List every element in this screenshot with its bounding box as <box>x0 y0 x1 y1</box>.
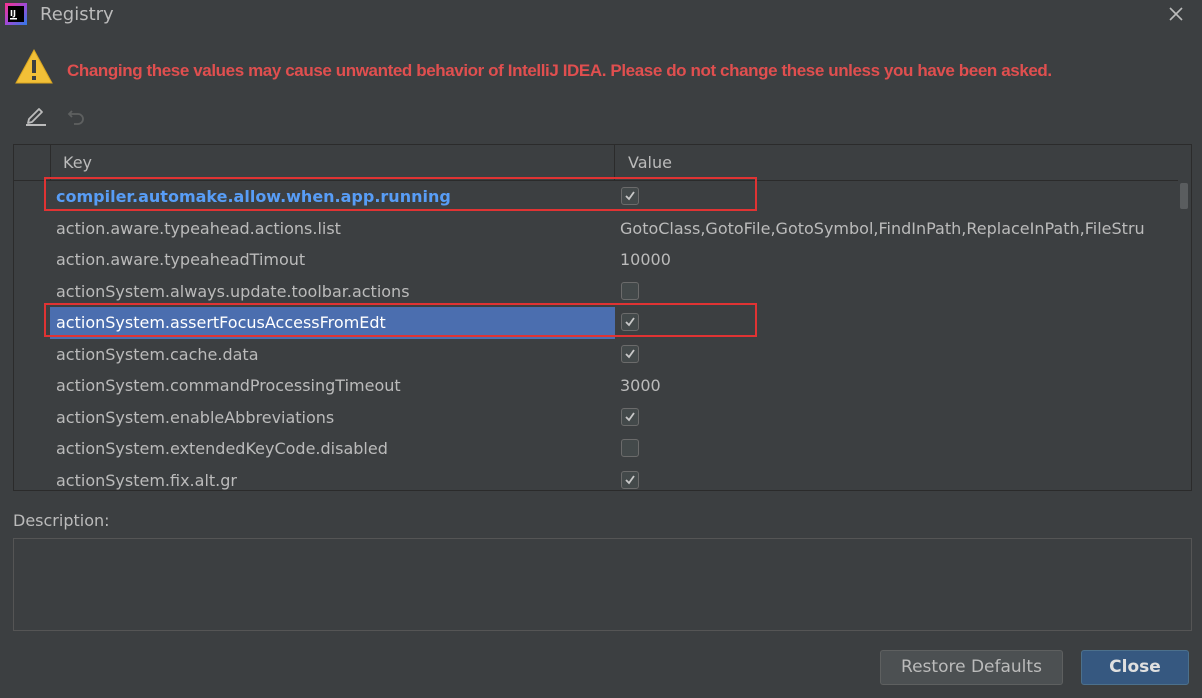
svg-text:IJ: IJ <box>10 9 16 18</box>
table-row[interactable]: actionSystem.commandProcessingTimeout 300… <box>14 370 1178 402</box>
edit-icon[interactable] <box>24 104 48 126</box>
row-key: actionSystem.extendedKeyCode.disabled <box>56 439 388 458</box>
scrollbar-thumb[interactable] <box>1180 183 1188 209</box>
row-key: actionSystem.commandProcessingTimeout <box>56 376 401 395</box>
row-key: action.aware.typeahead.actions.list <box>56 218 341 238</box>
checkbox-checked[interactable] <box>621 470 639 489</box>
checkbox-checked[interactable] <box>621 344 639 363</box>
checkbox-unchecked[interactable] <box>621 281 639 300</box>
window-title: Registry <box>40 4 114 25</box>
row-value <box>615 402 1178 434</box>
checkmark-icon <box>625 411 635 421</box>
row-value[interactable]: 3000 <box>615 370 1178 402</box>
row-value[interactable]: GotoClass,GotoFile,GotoSymbol,FindInPath… <box>615 213 1178 245</box>
revert-icon <box>67 110 84 125</box>
table-row[interactable]: actionSystem.fix.alt.gr <box>14 465 1178 491</box>
header-spacer <box>14 145 51 180</box>
restore-defaults-button[interactable]: Restore Defaults <box>880 650 1063 685</box>
highlight-box <box>44 177 757 211</box>
column-value-label: Value <box>628 153 672 172</box>
row-value <box>615 339 1178 371</box>
close-icon[interactable] <box>1166 4 1186 24</box>
row-key: actionSystem.enableAbbreviations <box>56 407 335 427</box>
table-row[interactable]: actionSystem.cache.data <box>14 339 1178 371</box>
table-row[interactable]: actionSystem.extendedKeyCode.disabled <box>14 433 1178 465</box>
column-header-value[interactable]: Value <box>615 145 1178 180</box>
close-button[interactable]: Close <box>1081 650 1189 685</box>
row-value <box>615 433 1178 465</box>
description-box <box>13 538 1192 631</box>
description-label: Description: <box>13 511 110 530</box>
row-key: actionSystem.fix.alt.gr <box>56 470 237 490</box>
intellij-logo-icon: IJ <box>5 3 27 25</box>
column-key-label: Key <box>63 153 93 172</box>
table-header: Key Value <box>14 145 1178 181</box>
warning-icon <box>15 48 53 84</box>
table-row[interactable]: action.aware.typeaheadTimout 10000 <box>14 244 1178 276</box>
row-key: actionSystem.cache.data <box>56 344 259 364</box>
warning-message: Changing these values may cause unwanted… <box>67 61 1052 80</box>
row-value[interactable]: 10000 <box>615 244 1178 276</box>
column-header-key[interactable]: Key <box>50 145 615 180</box>
row-value <box>615 465 1178 491</box>
title-bar: IJ Registry <box>0 0 1202 30</box>
checkbox-checked[interactable] <box>621 407 639 426</box>
checkbox-unchecked[interactable] <box>621 439 639 457</box>
table-row[interactable]: actionSystem.enableAbbreviations <box>14 402 1178 434</box>
row-key: action.aware.typeaheadTimout <box>56 250 306 269</box>
table-row[interactable]: action.aware.typeahead.actions.list GotoC… <box>14 213 1178 245</box>
checkmark-icon <box>625 348 635 358</box>
vertical-scrollbar[interactable] <box>1178 181 1191 490</box>
checkmark-icon <box>625 474 635 484</box>
highlight-box <box>44 303 757 337</box>
